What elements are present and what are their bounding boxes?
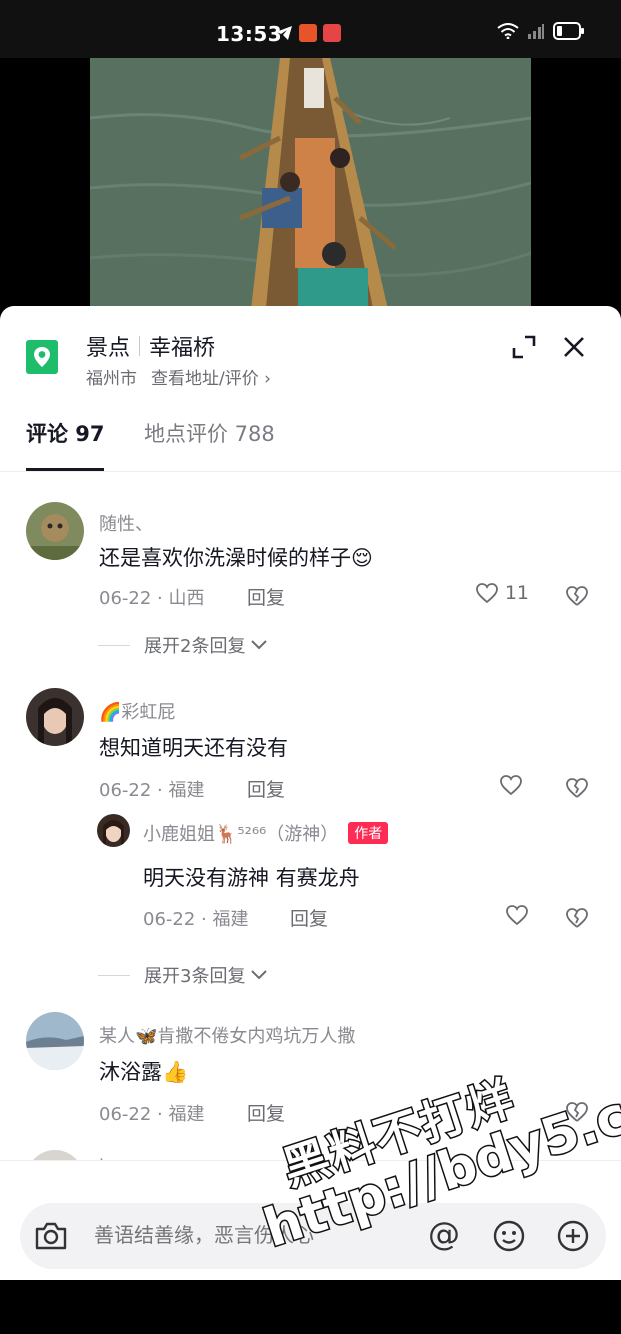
- notification-icons: [275, 24, 341, 42]
- avatar[interactable]: [97, 814, 130, 847]
- avatar[interactable]: [26, 1012, 84, 1070]
- system-icons: [497, 22, 585, 40]
- comment-item: 🌈彩虹屁 想知道明天还有没有 06-22 · 福建 回复 小鹿姐姐🦌⁵²⁶⁶（游…: [0, 684, 621, 994]
- reply-button[interactable]: 回复: [247, 1099, 285, 1126]
- app-badge-icon: [323, 24, 341, 42]
- place-city: 福州市: [86, 369, 137, 389]
- comments-sheet: 景点 幸福桥 福州市 查看地址/评价 › 评论 97 地点评价 788 随性、 …: [0, 306, 621, 1280]
- comment-date: 06-22 · 福建: [99, 1104, 205, 1125]
- author-badge: 作者: [348, 822, 389, 844]
- comment-text: 还是喜欢你洗澡时候的样子😌: [99, 546, 373, 570]
- chevron-down-icon: [251, 970, 268, 980]
- comment-author[interactable]: 随性、: [99, 510, 153, 536]
- place-name: 幸福桥: [149, 336, 216, 361]
- broken-heart-icon[interactable]: [565, 584, 589, 608]
- place-subtitle: 福州市 查看地址/评价 ›: [86, 364, 271, 389]
- view-address-link[interactable]: 查看地址/评价 ›: [151, 364, 271, 389]
- place-title: 景点 幸福桥: [86, 330, 215, 362]
- mention-icon[interactable]: @: [428, 1215, 460, 1253]
- avatar[interactable]: [26, 502, 84, 560]
- reply-button[interactable]: 回复: [290, 904, 328, 931]
- signal-icon: [528, 24, 544, 39]
- comment-date: 06-22 · 山西: [99, 588, 205, 609]
- heart-icon: [500, 775, 522, 796]
- location-pin-icon: [26, 340, 58, 374]
- reply-button[interactable]: 回复: [247, 583, 285, 610]
- video-frame[interactable]: [90, 58, 531, 318]
- expand-replies-label: 展开3条回复: [144, 966, 246, 987]
- emoji-icon[interactable]: [492, 1219, 526, 1253]
- battery-icon: [553, 22, 584, 40]
- reply-button[interactable]: 回复: [247, 775, 285, 802]
- boat-scene-image: [90, 58, 531, 318]
- tab-bar: 评论 97 地点评价 788: [0, 406, 621, 472]
- heart-icon: [506, 905, 528, 926]
- like-button[interactable]: [505, 904, 529, 926]
- chevron-down-icon: [251, 640, 268, 650]
- active-tab-indicator: [26, 468, 104, 471]
- tab-place-reviews[interactable]: 地点评价 788: [144, 418, 275, 448]
- broken-heart-icon[interactable]: [565, 776, 589, 800]
- like-count: 11: [504, 582, 529, 604]
- comment-item: 某人🦋肯撒不倦女内鸡坑万人撒 沐浴露👍 06-22 · 福建 回复: [0, 1008, 621, 1138]
- camera-icon[interactable]: [34, 1221, 68, 1251]
- broken-heart-icon[interactable]: [565, 1100, 589, 1124]
- expand-replies-button[interactable]: 展开2条回复: [98, 632, 269, 658]
- sub-reply-text: 明天没有游神 有赛龙舟: [143, 866, 360, 890]
- status-time: 13:53: [216, 22, 283, 46]
- tab-comments[interactable]: 评论 97: [26, 418, 105, 448]
- like-button[interactable]: 11: [475, 582, 529, 604]
- sub-reply-date: 06-22 · 福建: [143, 909, 249, 930]
- comment-author[interactable]: 某人🦋肯撒不倦女内鸡坑万人撒: [99, 1022, 355, 1048]
- divider-line: [98, 974, 130, 976]
- heart-icon: [475, 583, 498, 604]
- comment-input[interactable]: [94, 1223, 344, 1247]
- wifi-icon: [497, 23, 519, 39]
- comment-text: 沐浴露👍: [99, 1060, 189, 1084]
- sub-reply-author-row: 小鹿姐姐🦌⁵²⁶⁶（游神） 作者: [143, 820, 389, 846]
- expand-replies-button[interactable]: 展开3条回复: [98, 962, 269, 988]
- place-header[interactable]: 景点 幸福桥 福州市 查看地址/评价 ›: [0, 306, 621, 398]
- close-icon[interactable]: [561, 334, 587, 360]
- app-badge-icon: [299, 24, 317, 42]
- add-icon[interactable]: [556, 1219, 590, 1253]
- divider-line: [98, 644, 130, 646]
- comment-text: 想知道明天还有没有: [99, 736, 288, 760]
- status-bar: 13:53: [0, 0, 621, 60]
- expand-icon[interactable]: [511, 334, 537, 360]
- expand-replies-label: 展开2条回复: [144, 636, 246, 657]
- comment-item: 随性、 还是喜欢你洗澡时候的样子😌 06-22 · 山西 回复 11 展开2条回…: [0, 496, 621, 676]
- like-button[interactable]: [499, 774, 529, 796]
- video-preview[interactable]: [0, 58, 621, 318]
- title-divider: [139, 336, 141, 356]
- place-category: 景点: [86, 336, 131, 361]
- comment-input-bar: @: [0, 1160, 621, 1280]
- sub-reply-author[interactable]: 小鹿姐姐🦌⁵²⁶⁶（游神）: [143, 824, 338, 845]
- comment-date: 06-22 · 福建: [99, 780, 205, 801]
- comment-author[interactable]: 🌈彩虹屁: [99, 698, 175, 724]
- avatar[interactable]: [26, 688, 84, 746]
- broken-heart-icon[interactable]: [565, 906, 589, 930]
- comment-input-container[interactable]: @: [20, 1203, 606, 1269]
- telegram-icon: [276, 26, 292, 40]
